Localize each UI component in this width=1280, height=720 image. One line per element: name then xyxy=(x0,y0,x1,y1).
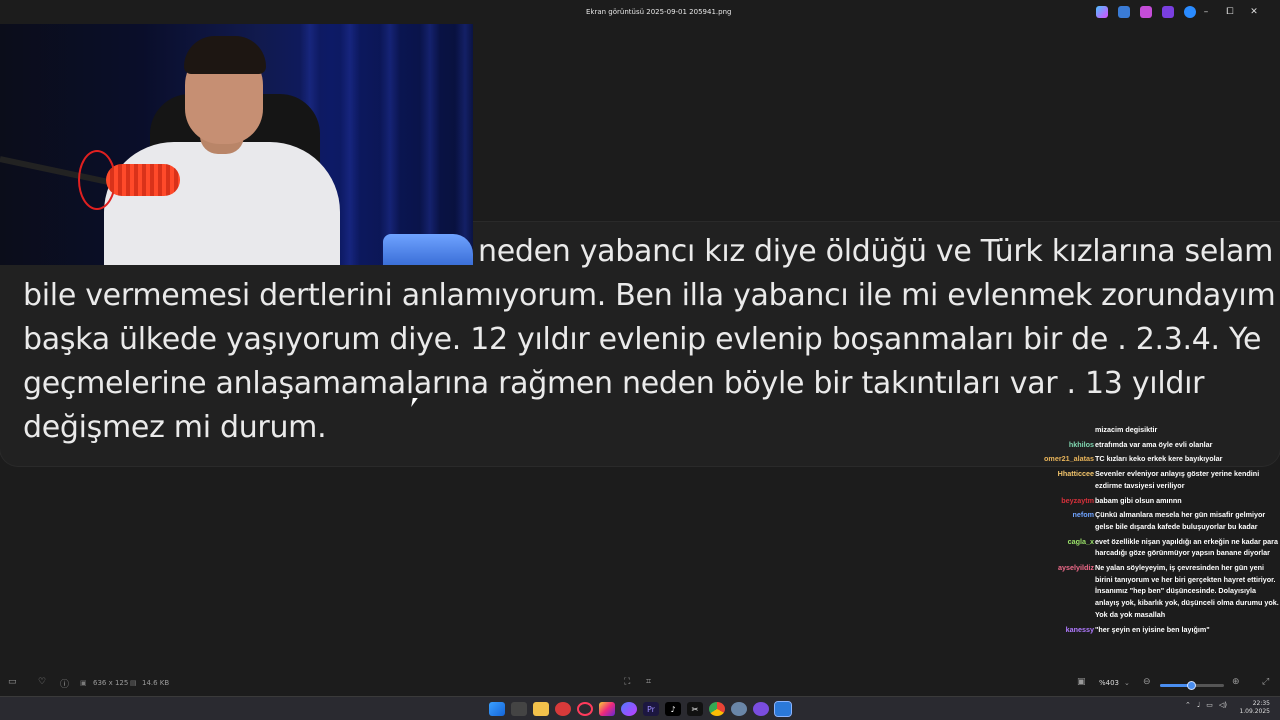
filesize-icon: ▤ xyxy=(130,679,137,687)
crop-icon[interactable]: ⌗ xyxy=(646,677,651,687)
game-icon[interactable] xyxy=(555,702,571,716)
filmstrip-icon[interactable]: ▭ xyxy=(8,677,17,687)
copilot-app-icon[interactable] xyxy=(753,702,769,716)
chat-message: hkhilos etrafımda var ama öyle evli olanl… xyxy=(1030,439,1280,451)
photos-icon[interactable] xyxy=(774,701,792,717)
chat-username: cagla_x xyxy=(1067,536,1094,546)
taskbar: Pr ♪ ✂ ⌃ ♩ ▭ ◁) 22:35 1.09.2025 xyxy=(0,696,1280,720)
system-tray: ⌃ ♩ ▭ ◁) xyxy=(1185,701,1227,709)
window-controls: – ⧠ ✕ xyxy=(1194,4,1266,20)
message-line-3: başka ülkede yaşıyorum diye. 12 yıldır e… xyxy=(23,322,1262,357)
copilot-icon[interactable] xyxy=(1096,6,1108,18)
chat-message: Hhatticcee Sevenler evleniyor anlayış gös… xyxy=(1030,468,1280,491)
chat-overlay: mizacim degisiktir hkhilos etrafımda var a… xyxy=(1030,424,1280,638)
chevron-down-icon[interactable]: ⌄ xyxy=(1124,679,1130,687)
file-explorer-icon[interactable] xyxy=(511,702,527,716)
chat-message: cagla_x evet özellikle nişan yapıldığı an… xyxy=(1030,536,1280,559)
chat-text: babam gibi olsun amınnn xyxy=(1095,495,1182,505)
maximize-button[interactable]: ⧠ xyxy=(1218,4,1242,20)
dimensions-icon: ▣ xyxy=(80,679,87,687)
image-dimensions: 636 x 125 xyxy=(93,679,129,687)
chat-username: omer21_alatas xyxy=(1044,454,1094,464)
chat-username: beyzaytm xyxy=(1061,495,1094,505)
chat-text: Çünkü almanlara mesela her gün misafir g… xyxy=(1095,510,1266,531)
settings-icon[interactable] xyxy=(731,702,747,716)
clock-time: 22:35 xyxy=(1252,700,1270,707)
photos-viewer-window: Ekran görüntüsü 2025-09-01 205941.png – … xyxy=(0,0,1280,720)
volume-icon[interactable]: ◁) xyxy=(1219,701,1227,709)
microphone xyxy=(106,164,180,196)
window-title: Ekran görüntüsü 2025-09-01 205941.png xyxy=(586,8,732,16)
chat-message: omer21_alatas TC kızları keko erkek kere … xyxy=(1030,453,1280,465)
title-bar: Ekran görüntüsü 2025-09-01 205941.png – … xyxy=(0,0,1280,24)
paint-icon[interactable] xyxy=(1140,6,1152,18)
webcam-overlay xyxy=(0,24,473,265)
message-line-2: bile vermemesi dertlerini anlamıyorum. B… xyxy=(23,278,1276,313)
fit-view-icon[interactable]: ⛶ xyxy=(624,677,630,687)
clock[interactable]: 22:35 1.09.2025 xyxy=(1239,700,1270,716)
chat-message: beyzaytm babam gibi olsun amınnn xyxy=(1030,495,1280,507)
zoom-level[interactable]: %403 xyxy=(1099,679,1119,687)
chat-username: nefom xyxy=(1072,510,1094,520)
chat-username: kanessy xyxy=(1065,624,1094,634)
file-size: 14.6 KB xyxy=(142,679,170,687)
instagram-icon[interactable] xyxy=(599,702,615,716)
minimize-button[interactable]: – xyxy=(1194,4,1218,20)
premiere-icon[interactable]: Pr xyxy=(643,702,659,716)
messenger-icon[interactable] xyxy=(621,702,637,716)
chat-text: "her şeyin en iyisine ben layığım" xyxy=(1095,624,1210,634)
edit-icon[interactable] xyxy=(1118,6,1130,18)
close-button[interactable]: ✕ xyxy=(1242,4,1266,20)
start-icon[interactable] xyxy=(489,702,505,716)
favorite-icon[interactable]: ♡ xyxy=(38,677,46,687)
zoom-in-icon[interactable]: ⊕ xyxy=(1232,677,1240,687)
tiktok-icon[interactable]: ♪ xyxy=(665,702,681,716)
streamer-shirt xyxy=(104,142,340,265)
zoom-slider[interactable] xyxy=(1160,681,1224,690)
microphone-icon[interactable]: ♩ xyxy=(1197,701,1200,709)
chat-username: ayselyildiz xyxy=(1058,563,1094,573)
message-line-5: değişmez mi durum. xyxy=(23,410,327,445)
folder-icon[interactable] xyxy=(533,702,549,716)
chat-message: mizacim degisiktir xyxy=(1030,424,1280,436)
zoom-slider-handle[interactable] xyxy=(1186,681,1196,690)
chat-text: etrafımda var ama öyle evli olanlar xyxy=(1095,439,1213,449)
clock-date: 1.09.2025 xyxy=(1239,708,1270,715)
chat-text: mizacim degisiktir xyxy=(1095,425,1158,434)
opera-icon[interactable] xyxy=(577,702,593,716)
chat-username: Hhatticcee xyxy=(1057,469,1094,479)
chat-text: evet özellikle nişan yapıldığı an erkeği… xyxy=(1095,536,1278,558)
message-line-1: neden yabancı kız diye öldüğü ve Türk kı… xyxy=(478,234,1274,269)
blue-object xyxy=(383,234,473,265)
image-canvas[interactable]: neden yabancı kız diye öldüğü ve Türk kı… xyxy=(0,24,1280,672)
status-bar: ▭ ♡ ⓘ ▣ 636 x 125 ▤ 14.6 KB ⛶ ⌗ ▣ %403 ⌄… xyxy=(0,674,1280,696)
zoom-out-icon[interactable]: ⊖ xyxy=(1143,677,1151,687)
actual-size-icon[interactable]: ▣ xyxy=(1077,677,1086,687)
clipchamp-icon[interactable] xyxy=(1162,6,1174,18)
network-icon[interactable]: ▭ xyxy=(1206,701,1213,709)
fullscreen-icon[interactable]: ⤢ xyxy=(1262,677,1269,687)
info-icon[interactable]: ⓘ xyxy=(60,677,69,690)
chat-text: Ne yalan söyleyeyim, iş çevresinden her … xyxy=(1095,563,1279,619)
title-toolbar xyxy=(1096,6,1196,18)
chat-message: kanessy "her şeyin en iyisine ben layığım… xyxy=(1030,624,1280,636)
chat-text: TC kızları keko erkek kere bayıkıyolar xyxy=(1095,454,1223,464)
chat-message: ayselyildiz Ne yalan söyleyeyim, iş çevre… xyxy=(1030,562,1280,621)
chat-username: hkhilos xyxy=(1068,439,1094,449)
chrome-icon[interactable] xyxy=(709,702,725,716)
chat-text: Sevenler evleniyor anlayış göster yerine… xyxy=(1095,469,1260,490)
message-line-4: geçmelerine anlaşamamalarına rağmen nede… xyxy=(23,366,1205,401)
chevron-up-icon[interactable]: ⌃ xyxy=(1185,701,1191,709)
chat-message: nefom Çünkü almanlara mesela her gün misa… xyxy=(1030,509,1280,532)
capcut-icon[interactable]: ✂ xyxy=(687,702,703,716)
taskbar-apps: Pr ♪ ✂ xyxy=(489,701,792,717)
